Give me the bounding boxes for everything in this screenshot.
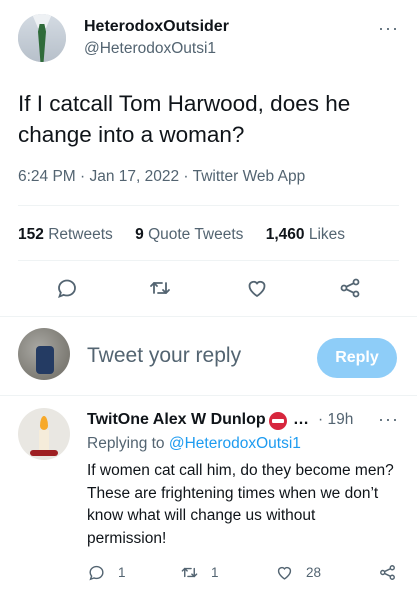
reply-author-avatar[interactable] xyxy=(18,408,70,460)
author-display-name[interactable]: HeterodoxOutsider xyxy=(84,18,229,36)
likes-stat[interactable]: 1,460 Likes xyxy=(266,226,345,243)
tweet-stats: 152 Retweets 9 Quote Tweets 1,460 Likes xyxy=(18,226,363,244)
share-icon xyxy=(380,564,395,580)
current-user-avatar[interactable] xyxy=(18,328,70,380)
like-icon xyxy=(277,566,292,580)
reply-input[interactable]: Tweet your reply xyxy=(87,344,241,368)
author-handle[interactable]: @HeterodoxOutsi1 xyxy=(84,40,216,58)
name-truncation: … xyxy=(293,411,309,428)
divider xyxy=(0,395,417,396)
reply-more-options-icon[interactable]: ··· xyxy=(378,409,399,430)
reply-timestamp[interactable]: · 19h xyxy=(318,411,353,429)
like-icon[interactable] xyxy=(245,276,269,300)
author-avatar[interactable] xyxy=(18,14,66,62)
replying-to-handle[interactable]: @HeterodoxOutsi1 xyxy=(169,435,301,452)
retweet-count: 1 xyxy=(211,564,219,580)
reply-retweet-action[interactable]: 1 xyxy=(180,562,219,582)
divider xyxy=(18,205,399,206)
reply-count: 1 xyxy=(118,564,126,580)
no-entry-icon xyxy=(269,412,287,430)
like-count: 28 xyxy=(306,564,322,580)
reply-button[interactable]: Reply xyxy=(317,338,397,378)
reply-reply-action[interactable]: 1 xyxy=(87,562,126,582)
reply-like-action[interactable]: 28 xyxy=(275,562,321,582)
retweet-icon xyxy=(181,567,198,577)
share-icon[interactable] xyxy=(338,276,362,300)
retweet-icon[interactable] xyxy=(148,276,172,300)
reply-text: If women cat call him, do they become me… xyxy=(87,462,394,547)
tweet-meta[interactable]: 6:24 PM · Jan 17, 2022 · Twitter Web App xyxy=(18,168,305,186)
retweets-stat[interactable]: 152 Retweets xyxy=(18,226,113,243)
reply-author-display-name[interactable]: TwitOne Alex W Dunlop xyxy=(87,411,266,429)
replying-to: Replying to @HeterodoxOutsi1 xyxy=(87,435,301,452)
quote-tweets-stat[interactable]: 9 Quote Tweets xyxy=(135,226,243,243)
reply-icon[interactable] xyxy=(55,276,79,300)
divider xyxy=(18,260,399,261)
reply-icon xyxy=(89,565,104,580)
reply-share-action[interactable] xyxy=(378,562,397,582)
more-options-icon[interactable]: ··· xyxy=(378,18,399,39)
divider xyxy=(0,316,417,317)
tweet-text: If I catcall Tom Harwood, does he change… xyxy=(18,91,351,147)
